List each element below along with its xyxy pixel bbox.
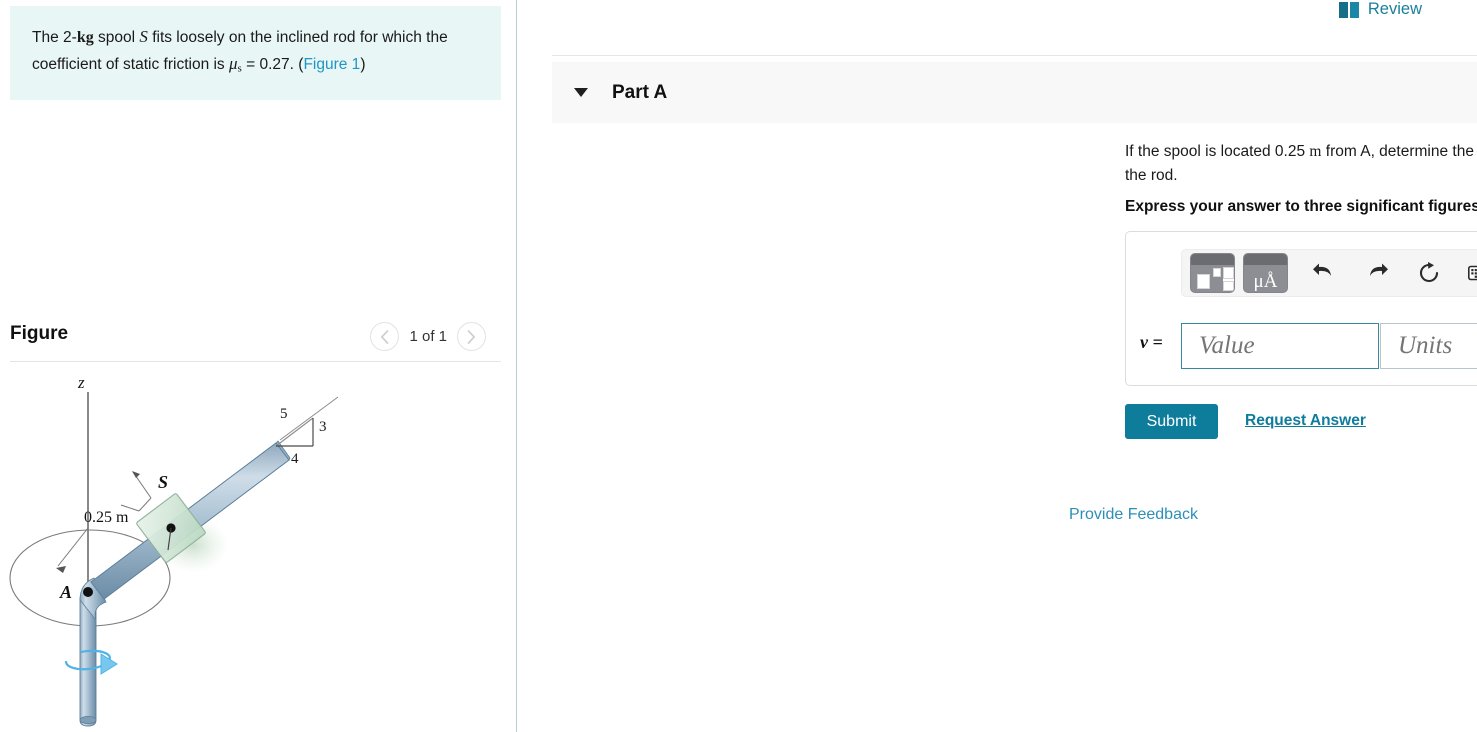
part-a-title: Part A <box>612 81 668 103</box>
mu-symbol: μ <box>229 53 238 73</box>
slope-label-3: 3 <box>319 419 327 435</box>
review-label: Review <box>1367 0 1422 18</box>
figure-title: Figure <box>10 323 69 344</box>
math-toolbar: μÅ <box>1181 249 1477 297</box>
submit-button[interactable]: Submit <box>1125 404 1218 439</box>
distance-label: 0.25 m <box>84 509 129 526</box>
units-icon-label: μÅ <box>1253 271 1278 292</box>
answer-entry-box: μÅ v = Value Units <box>1125 231 1477 386</box>
chevron-right-icon <box>467 329 476 344</box>
mu-value: = 0.27. ( <box>241 55 304 73</box>
figure-divider <box>10 361 501 362</box>
variable-label: v = <box>1140 332 1163 352</box>
chevron-left-icon <box>381 329 389 344</box>
problem-text-4: ) <box>360 55 366 73</box>
redo-arrow-icon[interactable] <box>1360 256 1392 290</box>
spool-label-S: S <box>158 472 168 492</box>
figure-counter: 1 of 1 <box>409 328 447 345</box>
review-link[interactable]: Review <box>1338 0 1422 19</box>
right-panel: Review Part A If the spool is located 0.… <box>517 0 1477 732</box>
figure-1-link[interactable]: Figure 1 <box>303 56 360 73</box>
caret-down-icon[interactable] <box>574 88 588 97</box>
figure-diagram: z 5 3 4 S 0.25 m A <box>8 370 508 732</box>
left-panel: The 2-kg spool S fits loosely on the inc… <box>0 0 517 732</box>
question-unit-m: m <box>1309 143 1322 160</box>
question-text: If the spool is located 0.25 m from A, d… <box>1125 140 1477 187</box>
keyboard-icon[interactable] <box>1465 256 1477 290</box>
top-divider <box>552 55 1477 56</box>
reset-circular-arrow-icon[interactable] <box>1413 256 1445 290</box>
point-a-label: A <box>59 582 72 602</box>
units-input[interactable] <box>1380 323 1477 369</box>
problem-text-1: The 2- <box>32 29 77 46</box>
request-answer-link[interactable]: Request Answer <box>1245 412 1366 430</box>
spool-on-inclined-rod-diagram: z 5 3 4 S 0.25 m A <box>9 373 339 727</box>
math-template-icon[interactable] <box>1190 253 1235 293</box>
problem-text-2: spool <box>93 29 140 46</box>
figure-next-button[interactable] <box>457 322 486 351</box>
question-text-part1: If the spool is located 0.25 <box>1125 143 1310 160</box>
slope-label-4: 4 <box>291 451 299 467</box>
undo-arrow-icon[interactable] <box>1308 256 1340 290</box>
z-axis-label: z <box>77 373 85 392</box>
problem-statement: The 2-kg spool S fits loosely on the inc… <box>10 6 501 100</box>
spool-symbol: S <box>139 27 148 46</box>
book-icon <box>1338 1 1359 18</box>
figure-header: Figure 1 of 1 <box>10 315 501 361</box>
slope-label-5: 5 <box>280 406 288 422</box>
figure-prev-button[interactable] <box>370 322 400 351</box>
value-input[interactable] <box>1181 323 1379 369</box>
unit-kg: kg <box>76 29 94 46</box>
provide-feedback-link[interactable]: Provide Feedback <box>1069 506 1198 524</box>
figure-navigation: 1 of 1 <box>370 322 486 351</box>
page-root: The 2-kg spool S fits loosely on the inc… <box>0 0 1477 732</box>
part-a-header[interactable]: Part A <box>552 62 1477 123</box>
micro-angstrom-units-icon[interactable]: μÅ <box>1243 253 1288 293</box>
express-answer-note: Express your answer to three significant… <box>1125 198 1477 215</box>
